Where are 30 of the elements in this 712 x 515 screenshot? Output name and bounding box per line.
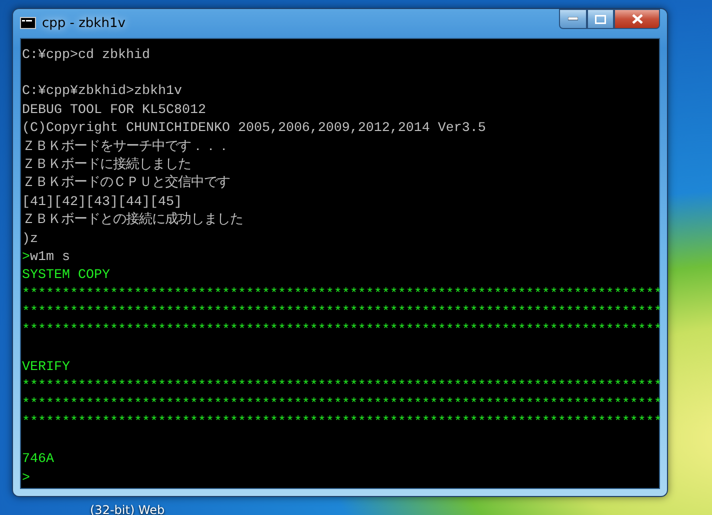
console-line: 746A [22,452,54,468]
console-line: ******************************************************************************** [22,415,662,430]
console-command: w1m s [30,250,70,265]
maximize-button[interactable] [587,9,614,29]
console-line: C:¥cpp¥zbkhid>zbkh1v [22,84,182,100]
console-line: ******************************************************************************** [22,305,662,320]
console-line: ＺＢＫボードのＣＰＵと交信中です [22,176,230,192]
maximize-icon [595,14,606,24]
prompt-symbol: > [22,250,30,265]
console-line: ＺＢＫボードをサーチ中です．．． [22,140,230,155]
console-line: ******************************************************************************** [22,286,662,302]
console-line: (C)Copyright CHUNICHIDENKO 2005,2006,2009,2012,2014 Ver3.5 [22,121,486,136]
console-line: [41][42][43][44][45] [22,194,182,210]
minimize-icon [568,17,578,21]
window-title: cpp - zbkh1v [42,16,126,31]
minimize-button[interactable] [559,9,587,29]
console-line: ＺＢＫボードとの接続に成功しました [22,213,243,228]
console-line: SYSTEM COPY [22,268,110,284]
console-line: DEBUG TOOL FOR KL5C8012 [22,102,206,118]
console-line: ******************************************************************************** [22,323,662,338]
console-line: )z [22,232,38,247]
prompt-symbol: > [22,470,30,486]
close-icon [632,14,642,24]
close-button[interactable] [614,9,660,29]
console-line: ******************************************************************************** [22,397,662,412]
console-icon [20,17,36,30]
console-line: C:¥cpp>cd zbkhid [22,48,150,63]
console-line: ******************************************************************************** [22,378,662,394]
console-line: ＺＢＫボードに接続しました [22,158,191,173]
console-line: VERIFY [22,360,70,376]
